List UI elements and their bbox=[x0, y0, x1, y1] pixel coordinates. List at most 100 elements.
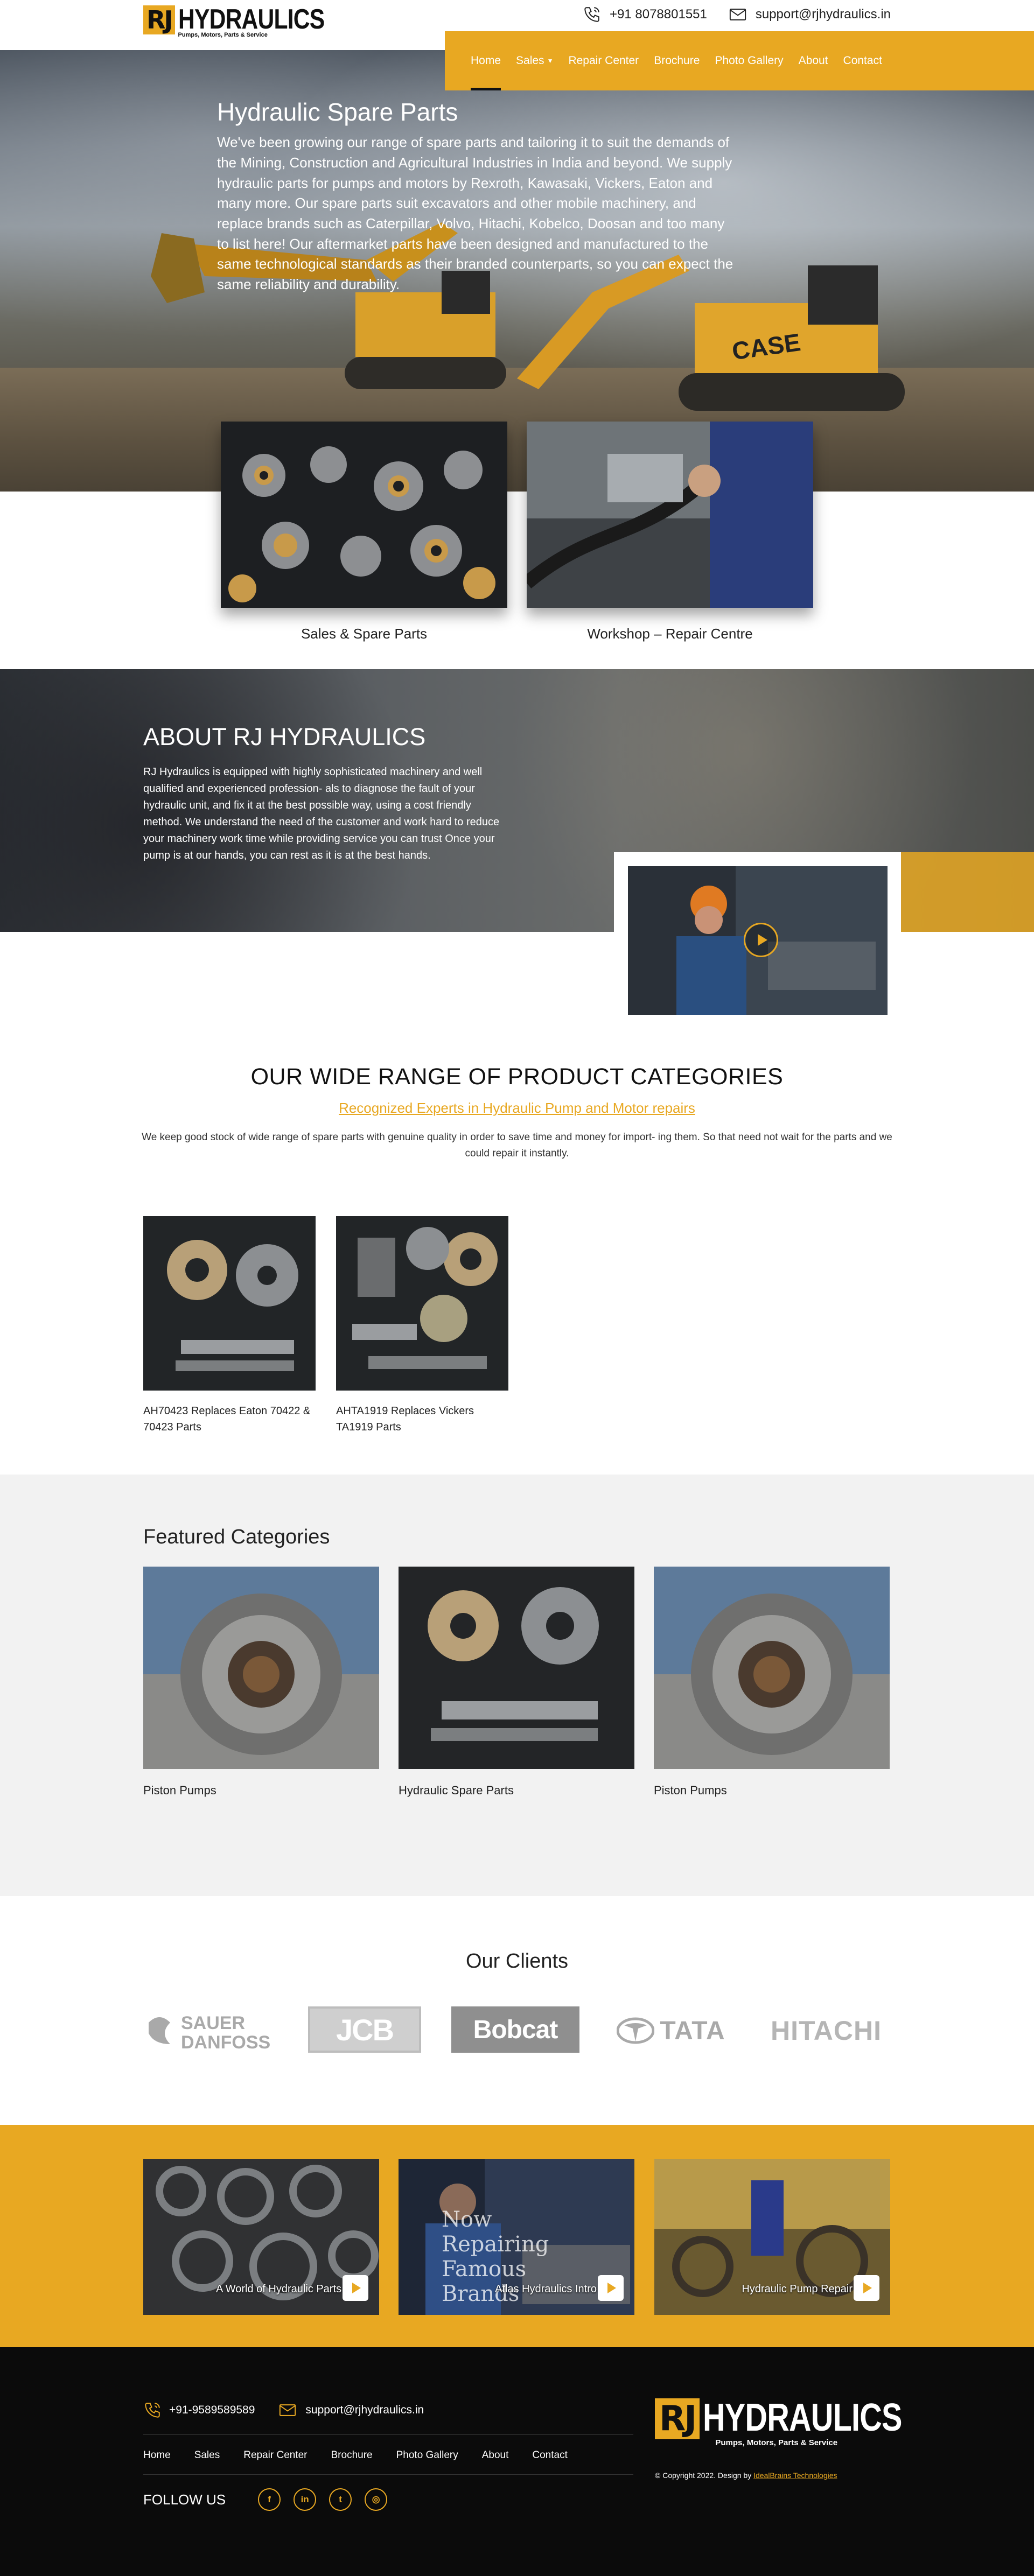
header-phone-link[interactable]: +91 8078801551 bbox=[583, 5, 707, 24]
client-logo-text: DANFOSS bbox=[181, 2032, 270, 2053]
play-button[interactable] bbox=[854, 2275, 879, 2301]
designer-link[interactable]: IdealBrains Technologies bbox=[753, 2471, 837, 2480]
footer-divider bbox=[143, 2474, 633, 2475]
about-video-card[interactable] bbox=[614, 852, 901, 1030]
featured-caption: Hydraulic Spare Parts bbox=[399, 1784, 514, 1797]
featured-card[interactable]: Piston Pumps bbox=[654, 1567, 890, 1798]
featured-image bbox=[399, 1567, 634, 1769]
copyright-text: © Copyright 2022. Design by bbox=[655, 2471, 752, 2480]
service-card-workshop[interactable]: Workshop – Repair Centre bbox=[522, 422, 813, 642]
clients-title: Our Clients bbox=[465, 1950, 569, 1973]
nav-repair-center[interactable]: Repair Center bbox=[561, 31, 646, 90]
video-label: Hydraulic Pump Repair bbox=[742, 2283, 853, 2295]
footer-phone: +91-9589589589 bbox=[169, 2404, 255, 2416]
featured-card[interactable]: Piston Pumps bbox=[143, 1567, 379, 1798]
nav-photo-gallery[interactable]: Photo Gallery bbox=[707, 31, 791, 90]
services-section: Sales & Spare Parts Workshop – Repair Ce… bbox=[0, 422, 1034, 669]
play-button[interactable] bbox=[744, 923, 778, 957]
footer-nav-brochure[interactable]: Brochure bbox=[331, 2449, 373, 2461]
footer-email-link[interactable]: support@rjhydraulics.in bbox=[277, 2401, 424, 2419]
product-card[interactable]: AH70423 Replaces Eaton 70422 & 70423 Par… bbox=[143, 1216, 316, 1435]
linkedin-icon[interactable]: in bbox=[294, 2488, 317, 2511]
hero-title: Hydraulic Spare Parts bbox=[217, 98, 458, 126]
client-logo-text: TATA bbox=[660, 2016, 725, 2045]
site-logo[interactable]: RJ HYDRAULICS Pumps, Motors, Parts & Ser… bbox=[143, 5, 356, 38]
header-email: support@rjhydraulics.in bbox=[755, 7, 891, 22]
video-card[interactable]: A World of Hydraulic Parts bbox=[143, 2159, 379, 2315]
header-email-link[interactable]: support@rjhydraulics.in bbox=[729, 5, 891, 24]
footer-divider bbox=[143, 2434, 633, 2435]
featured-image bbox=[143, 1567, 379, 1769]
footer-contacts: +91-9589589589 support@rjhydraulics.in bbox=[143, 2401, 424, 2419]
mail-icon bbox=[280, 2404, 296, 2416]
play-icon bbox=[863, 2283, 872, 2293]
service-caption-workshop: Workshop – Repair Centre bbox=[587, 626, 753, 642]
play-button[interactable] bbox=[598, 2275, 624, 2301]
featured-section: Featured Categories Piston Pumps Hydraul… bbox=[0, 1475, 1034, 1896]
footer-nav-about[interactable]: About bbox=[482, 2449, 509, 2461]
product-image bbox=[336, 1216, 508, 1391]
about-title: ABOUT RJ HYDRAULICS bbox=[143, 723, 426, 750]
workshop-image bbox=[522, 422, 813, 608]
products-title: OUR WIDE RANGE OF PRODUCT CATEGORIES bbox=[250, 1064, 784, 1090]
nav-sales-label: Sales bbox=[516, 54, 544, 67]
footer-nav-repair-center[interactable]: Repair Center bbox=[243, 2449, 307, 2461]
client-logo-jcb: JCB bbox=[308, 2006, 421, 2053]
featured-card[interactable]: Hydraulic Spare Parts bbox=[399, 1567, 634, 1798]
video-label: Atlas Hydraulics Intro bbox=[495, 2283, 597, 2295]
video-label: A World of Hydraulic Parts bbox=[215, 2283, 341, 2295]
video-card[interactable]: Now Repairing Famous Brands Atlas Hydrau… bbox=[399, 2159, 634, 2315]
site-footer: +91-9589589589 support@rjhydraulics.in H… bbox=[0, 2347, 1034, 2576]
play-button[interactable] bbox=[343, 2275, 368, 2301]
featured-image bbox=[654, 1567, 890, 1769]
footer-phone-link[interactable]: +91-9589589589 bbox=[143, 2401, 255, 2419]
footer-nav-home[interactable]: Home bbox=[143, 2449, 171, 2461]
client-logo-sauer-danfoss: SAUER DANFOSS bbox=[143, 2006, 273, 2055]
footer-nav-photo-gallery[interactable]: Photo Gallery bbox=[396, 2449, 458, 2461]
client-logo-text: HITACHI bbox=[770, 2016, 882, 2046]
header-phone: +91 8078801551 bbox=[610, 7, 707, 22]
footer-nav: Home Sales Repair Center Brochure Photo … bbox=[143, 2449, 568, 2461]
featured-title: Featured Categories bbox=[143, 1526, 330, 1548]
service-caption-sales: Sales & Spare Parts bbox=[301, 626, 428, 642]
phone-icon bbox=[584, 7, 599, 22]
mail-icon bbox=[729, 9, 746, 20]
client-logo-text: Bobcat bbox=[473, 2015, 558, 2044]
nav-sales[interactable]: Sales ▼ bbox=[508, 31, 561, 90]
twitter-icon[interactable]: t bbox=[329, 2488, 352, 2511]
instagram-icon[interactable]: ◎ bbox=[365, 2488, 388, 2511]
footer-nav-sales[interactable]: Sales bbox=[194, 2449, 220, 2461]
client-logo-text: SAUER bbox=[181, 2013, 245, 2033]
products-description: We keep good stock of wide range of spar… bbox=[142, 1132, 892, 1160]
footer-logo[interactable]: RJ HYDRAULICS Pumps, Motors, Parts & Ser… bbox=[655, 2398, 952, 2447]
play-icon bbox=[607, 2283, 616, 2293]
featured-grid: Piston Pumps Hydraulic Spare Parts Pisto… bbox=[143, 1567, 890, 1798]
logo-name: HYDRAULICS bbox=[703, 2396, 902, 2439]
about-accent-strip bbox=[901, 852, 1034, 932]
nav-about[interactable]: About bbox=[791, 31, 836, 90]
service-card-sales[interactable]: Sales & Spare Parts bbox=[221, 422, 507, 642]
product-grid: AH70423 Replaces Eaton 70422 & 70423 Par… bbox=[143, 1216, 508, 1435]
play-icon bbox=[352, 2283, 361, 2293]
nav-brochure[interactable]: Brochure bbox=[646, 31, 707, 90]
logo-mark: RJ bbox=[143, 5, 175, 34]
tata-emblem-icon bbox=[617, 2017, 655, 2044]
main-nav: Home Sales ▼ Repair Center Brochure Photo… bbox=[445, 31, 1034, 90]
nav-home[interactable]: Home bbox=[463, 31, 508, 90]
logo-tagline: Pumps, Motors, Parts & Service bbox=[715, 2438, 838, 2447]
hero-content: Hydraulic Spare Parts We've been growing… bbox=[217, 97, 734, 295]
product-card[interactable]: AHTA1919 Replaces Vickers TA1919 Parts bbox=[336, 1216, 508, 1435]
about-section: ABOUT RJ HYDRAULICS RJ Hydraulics is equ… bbox=[0, 669, 1034, 1030]
footer-email: support@rjhydraulics.in bbox=[305, 2404, 424, 2416]
client-logo-hitachi: HITACHI bbox=[761, 2006, 891, 2055]
nav-contact[interactable]: Contact bbox=[836, 31, 890, 90]
client-logo-text: JCB bbox=[336, 2012, 394, 2047]
videos-section: A World of Hydraulic Parts Now Repairing… bbox=[0, 2125, 1034, 2347]
video-card[interactable]: Hydraulic Pump Repair bbox=[654, 2159, 890, 2315]
follow-label: FOLLOW US bbox=[143, 2491, 226, 2508]
featured-caption: Piston Pumps bbox=[143, 1784, 216, 1797]
about-video-thumbnail[interactable] bbox=[628, 866, 888, 1015]
footer-nav-contact[interactable]: Contact bbox=[532, 2449, 567, 2461]
facebook-icon[interactable]: f bbox=[258, 2488, 281, 2511]
products-subtitle-link[interactable]: Recognized Experts in Hydraulic Pump and… bbox=[0, 1100, 1034, 1117]
